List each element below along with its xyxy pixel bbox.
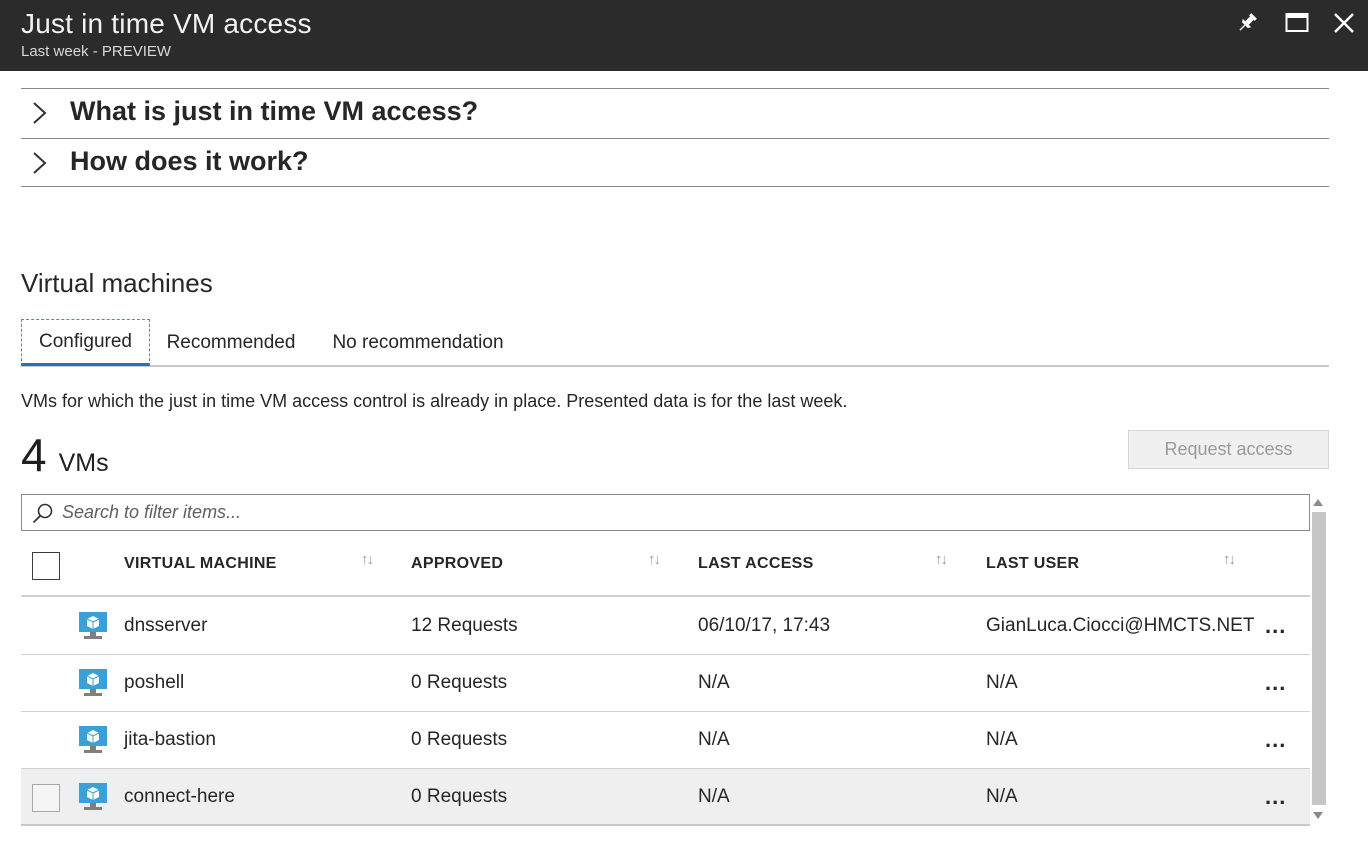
- approved-count: 0 Requests: [411, 786, 508, 807]
- chevron-right-icon: [33, 152, 47, 174]
- virtual-machine-icon: [79, 612, 107, 639]
- select-all-checkbox[interactable]: [32, 552, 60, 580]
- last-user: N/A: [986, 672, 1018, 693]
- last-user: N/A: [986, 786, 1018, 807]
- approved-count: 0 Requests: [411, 729, 508, 750]
- approved-count: 0 Requests: [411, 672, 508, 693]
- virtual-machine-icon: [79, 783, 107, 810]
- table-row[interactable]: connect-here 0 Requests N/A N/A ...: [21, 769, 1310, 826]
- sort-icon[interactable]: ↑↓: [648, 551, 661, 568]
- vm-name[interactable]: connect-here: [124, 786, 235, 808]
- vm-name[interactable]: dnsserver: [124, 615, 207, 637]
- row-checkbox[interactable]: [32, 784, 60, 812]
- last-user: GianLuca.Ciocci@HMCTS.NET: [986, 615, 1255, 636]
- accordion-what-is-jit[interactable]: What is just in time VM access?: [21, 88, 1329, 137]
- blade-header: Just in time VM access Last week - PREVI…: [0, 0, 1368, 71]
- accordion-label: What is just in time VM access?: [70, 96, 479, 126]
- request-access-button[interactable]: Request access: [1128, 430, 1329, 469]
- last-user: N/A: [986, 729, 1018, 750]
- last-access: N/A: [698, 786, 730, 807]
- virtual-machine-icon: [79, 669, 107, 696]
- column-header-last-user[interactable]: LAST USER: [986, 555, 1079, 573]
- table-header: VIRTUAL MACHINE ↑↓ APPROVED ↑↓ LAST ACCE…: [21, 533, 1310, 597]
- column-header-last-access[interactable]: LAST ACCESS: [698, 555, 814, 573]
- last-access: N/A: [698, 729, 730, 750]
- accordion-label: How does it work?: [70, 146, 309, 176]
- column-header-approved[interactable]: APPROVED: [411, 555, 503, 573]
- vm-count-unit: VMs: [58, 449, 109, 477]
- last-access: 06/10/17, 17:43: [698, 615, 831, 636]
- chevron-right-icon: [33, 102, 47, 124]
- search-box: [21, 494, 1310, 531]
- scroll-up-arrow-icon[interactable]: [1313, 499, 1323, 506]
- tab-description: VMs for which the just in time VM access…: [21, 391, 848, 411]
- vm-count-number: 4: [21, 429, 47, 481]
- blade-title: Just in time VM access: [21, 8, 312, 39]
- close-icon[interactable]: [1331, 10, 1357, 36]
- vm-name[interactable]: poshell: [124, 672, 184, 694]
- maximize-icon[interactable]: [1284, 10, 1310, 36]
- more-actions-icon[interactable]: ...: [1265, 729, 1291, 751]
- sort-icon[interactable]: ↑↓: [1223, 551, 1236, 568]
- scroll-down-arrow-icon[interactable]: [1313, 812, 1323, 819]
- sort-icon[interactable]: ↑↓: [935, 551, 948, 568]
- virtual-machine-icon: [79, 726, 107, 753]
- tab-no-recommendation[interactable]: No recommendation: [327, 319, 509, 366]
- blade-subtitle: Last week - PREVIEW: [21, 43, 172, 60]
- accordion-how-does-it-work[interactable]: How does it work?: [21, 138, 1329, 187]
- approved-count: 12 Requests: [411, 615, 518, 636]
- vm-count: 4 VMs: [21, 428, 109, 482]
- more-actions-icon[interactable]: ...: [1265, 615, 1291, 637]
- table-row[interactable]: dnsserver 12 Requests 06/10/17, 17:43 Gi…: [21, 598, 1310, 655]
- more-actions-icon[interactable]: ...: [1265, 672, 1291, 694]
- sort-icon[interactable]: ↑↓: [361, 551, 374, 568]
- table-row[interactable]: poshell 0 Requests N/A N/A ...: [21, 655, 1310, 712]
- column-header-virtual-machine[interactable]: VIRTUAL MACHINE: [124, 555, 277, 573]
- section-title: Virtual machines: [21, 268, 213, 298]
- pin-icon[interactable]: [1234, 10, 1260, 36]
- tab-recommended[interactable]: Recommended: [164, 319, 298, 366]
- scrollbar-thumb[interactable]: [1312, 512, 1326, 805]
- last-access: N/A: [698, 672, 730, 693]
- more-actions-icon[interactable]: ...: [1265, 786, 1291, 808]
- tab-strip: Configured Recommended No recommendation: [21, 319, 1329, 367]
- search-icon: [32, 503, 53, 524]
- search-input[interactable]: [62, 498, 1292, 527]
- table-row[interactable]: jita-bastion 0 Requests N/A N/A ...: [21, 712, 1310, 769]
- vm-name[interactable]: jita-bastion: [124, 729, 216, 751]
- tab-configured[interactable]: Configured: [21, 319, 150, 366]
